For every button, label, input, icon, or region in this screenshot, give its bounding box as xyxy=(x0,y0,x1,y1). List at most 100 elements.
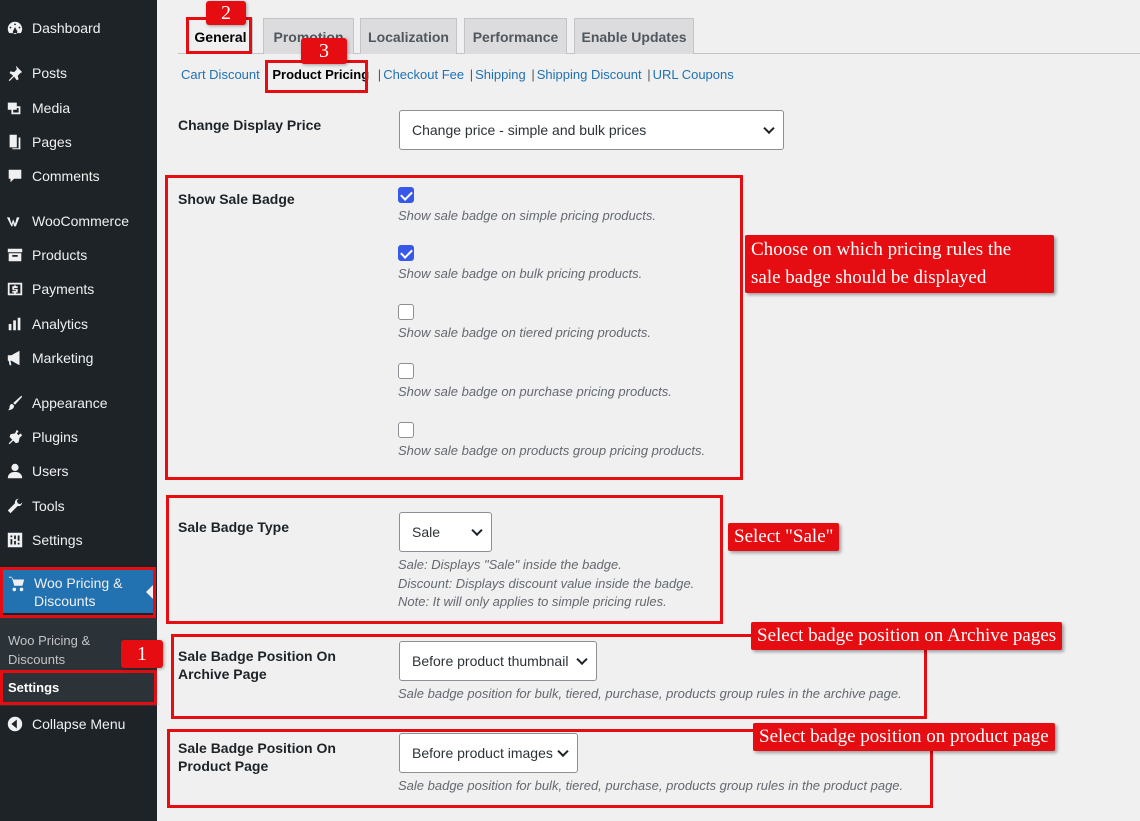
woocommerce-icon xyxy=(5,211,25,231)
annotation-step-3: 3 xyxy=(301,38,347,64)
menu-payments[interactable]: Payments xyxy=(0,274,157,304)
pin-icon xyxy=(5,63,25,83)
desc-product-position: Sale badge position for bulk, tiered, pu… xyxy=(398,778,904,793)
user-icon xyxy=(5,461,25,481)
menu-plugins[interactable]: Plugins xyxy=(0,422,157,452)
tab-localization[interactable]: Localization xyxy=(360,18,457,54)
menu-label: Settings xyxy=(32,532,83,548)
chevron-down-icon xyxy=(576,653,588,666)
link-url-coupons[interactable]: URL Coupons xyxy=(653,67,734,82)
menu-label: Pages xyxy=(32,134,72,150)
menu-dashboard[interactable]: Dashboard xyxy=(0,13,157,43)
section-links: Cart Discount Product Pricing | Checkout … xyxy=(181,67,734,82)
annotation-highlight-menu xyxy=(0,567,156,618)
select-value: Before product images xyxy=(412,745,553,761)
annotation-highlight-settings xyxy=(0,670,157,705)
archive-icon xyxy=(5,245,25,265)
desc-simple-pricing: Show sale badge on simple pricing produc… xyxy=(398,208,656,223)
label-product-position: Sale Badge Position On Product Page xyxy=(178,740,336,774)
annotation-highlight-product-pricing xyxy=(265,60,368,93)
desc-bulk-pricing: Show sale badge on bulk pricing products… xyxy=(398,266,643,281)
menu-label: Analytics xyxy=(32,316,89,332)
menu-settings[interactable]: Settings xyxy=(0,525,157,555)
checkbox-bulk-pricing[interactable] xyxy=(398,245,414,261)
product-position-select[interactable]: Before product images xyxy=(399,733,578,773)
menu-label: Dashboard xyxy=(32,20,101,36)
chevron-down-icon xyxy=(557,745,569,758)
archive-position-select[interactable]: Before product thumbnail xyxy=(399,641,597,681)
chevron-down-icon xyxy=(471,524,483,537)
menu-woocommerce[interactable]: WooCommerce xyxy=(0,206,157,236)
menu-users[interactable]: Users xyxy=(0,456,157,486)
menu-label: Payments xyxy=(32,281,95,297)
collapse-icon xyxy=(5,714,25,734)
select-value: Sale xyxy=(412,524,441,540)
link-checkout-fee[interactable]: Checkout Fee xyxy=(383,67,464,82)
menu-label: WooCommerce xyxy=(32,213,129,229)
collapse-menu-button[interactable]: Collapse Menu xyxy=(0,709,157,739)
menu-label: Users xyxy=(32,463,69,479)
link-cart-discount[interactable]: Cart Discount xyxy=(181,67,260,82)
checkbox-tiered-pricing[interactable] xyxy=(398,304,414,320)
link-shipping[interactable]: Shipping xyxy=(475,67,526,82)
link-shipping-discount[interactable]: Shipping Discount xyxy=(537,67,642,82)
comment-icon xyxy=(5,166,25,186)
select-value: Change price - simple and bulk prices xyxy=(412,122,647,138)
label-sale-badge-type: Sale Badge Type xyxy=(178,519,290,535)
callout-pricing-rules: Choose on which pricing rules the sale ba… xyxy=(745,235,1054,293)
bar-chart-icon xyxy=(5,314,25,334)
annotation-step-2: 2 xyxy=(206,1,246,25)
dashboard-icon xyxy=(5,18,25,38)
menu-pages[interactable]: Pages xyxy=(0,127,157,157)
desc-sale-badge-type-sale: Sale: Displays "Sale" inside the badge. xyxy=(398,557,622,572)
menu-posts[interactable]: Posts xyxy=(0,58,157,88)
menu-tools[interactable]: Tools xyxy=(0,491,157,521)
sale-badge-type-select[interactable]: Sale xyxy=(399,512,492,552)
menu-media[interactable]: Media xyxy=(0,93,157,123)
menu-label: Plugins xyxy=(32,429,78,445)
checkbox-simple-pricing[interactable] xyxy=(398,187,414,203)
label-archive-position: Sale Badge Position On Archive Page xyxy=(178,648,336,682)
callout-product-position: Select badge position on product page xyxy=(753,723,1055,751)
desc-archive-position: Sale badge position for bulk, tiered, pu… xyxy=(398,686,902,701)
menu-label: Products xyxy=(32,247,88,263)
menu-appearance[interactable]: Appearance xyxy=(0,388,157,418)
callout-select-sale: Select "Sale" xyxy=(728,523,840,551)
label-change-display-price: Change Display Price xyxy=(178,117,322,133)
annotation-step-1: 1 xyxy=(121,640,163,668)
brush-icon xyxy=(5,393,25,413)
menu-analytics[interactable]: Analytics xyxy=(0,309,157,339)
pages-icon xyxy=(5,132,25,152)
menu-label: Posts xyxy=(32,65,68,81)
callout-archive-position: Select badge position on Archive pages xyxy=(751,622,1063,650)
desc-sale-badge-type-note: Note: It will only applies to simple pri… xyxy=(398,594,667,609)
tab-performance[interactable]: Performance xyxy=(464,18,567,54)
label-show-sale-badge: Show Sale Badge xyxy=(178,191,295,207)
select-value: Before product thumbnail xyxy=(412,653,569,669)
tab-enable-updates[interactable]: Enable Updates xyxy=(574,18,694,54)
menu-label: Marketing xyxy=(32,350,94,366)
media-icon xyxy=(5,98,25,118)
menu-label: Appearance xyxy=(32,395,108,411)
chevron-down-icon xyxy=(763,122,775,135)
menu-label: Tools xyxy=(32,498,65,514)
change-display-price-select[interactable]: Change price - simple and bulk prices xyxy=(399,110,784,150)
admin-sidebar: Dashboard Posts Media Pages Comments Woo… xyxy=(0,0,157,821)
menu-label: Media xyxy=(32,100,71,116)
menu-marketing[interactable]: Marketing xyxy=(0,343,157,373)
dollar-icon xyxy=(5,279,25,299)
menu-products[interactable]: Products xyxy=(0,240,157,270)
checkbox-products-group-pricing[interactable] xyxy=(398,422,414,438)
desc-sale-badge-type-discount: Discount: Displays discount value inside… xyxy=(398,576,695,591)
checkbox-purchase-pricing[interactable] xyxy=(398,363,414,379)
menu-comments[interactable]: Comments xyxy=(0,161,157,191)
desc-purchase-pricing: Show sale badge on purchase pricing prod… xyxy=(398,384,672,399)
megaphone-icon xyxy=(5,348,25,368)
desc-products-group-pricing: Show sale badge on products group pricin… xyxy=(398,443,706,458)
plugin-icon xyxy=(5,427,25,447)
desc-tiered-pricing: Show sale badge on tiered pricing produc… xyxy=(398,325,651,340)
submenu-woo-pricing-discounts[interactable]: Woo Pricing & Discounts xyxy=(8,631,90,669)
menu-label: Comments xyxy=(32,168,100,184)
menu-label: Collapse Menu xyxy=(32,716,126,732)
wrench-icon xyxy=(5,496,25,516)
